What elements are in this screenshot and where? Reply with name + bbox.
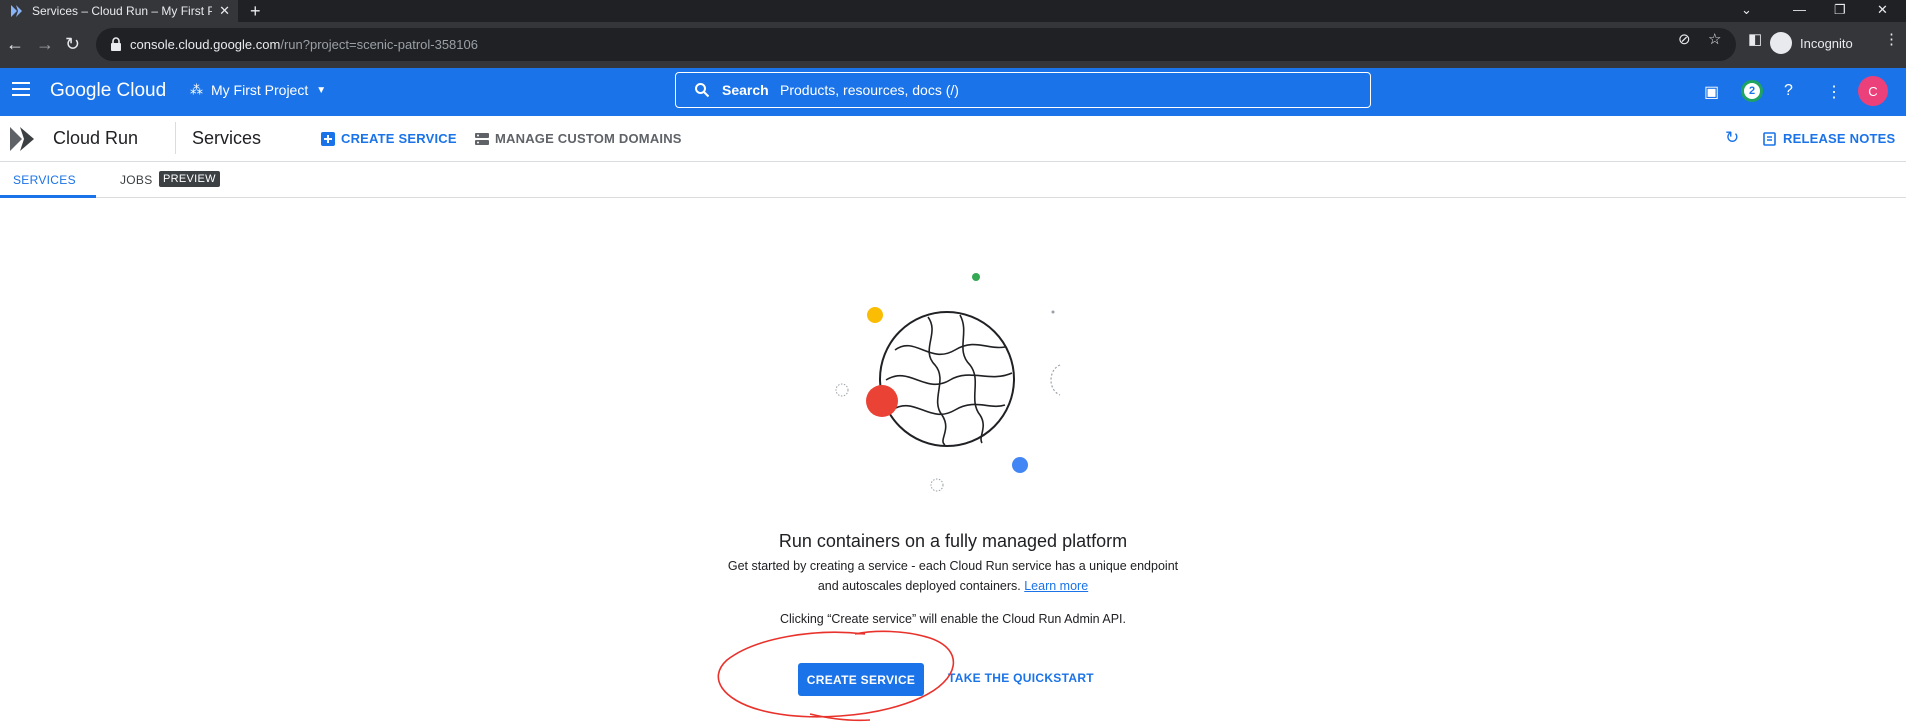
- api-enable-note: Clicking “Create service” will enable th…: [780, 612, 1126, 626]
- cloud-run-favicon-icon: [11, 5, 22, 17]
- release-notes-action[interactable]: RELEASE NOTES: [1763, 131, 1895, 146]
- avatar[interactable]: C: [1858, 76, 1888, 106]
- tab-services[interactable]: SERVICES: [13, 173, 76, 187]
- browser-toolbar: ← → ↻ console.cloud.google.com/run?proje…: [0, 22, 1906, 68]
- restore-icon[interactable]: ❐: [1834, 2, 1846, 18]
- active-tab-indicator: [0, 195, 96, 198]
- close-window-icon[interactable]: ✕: [1877, 2, 1888, 18]
- help-icon[interactable]: ?: [1784, 82, 1793, 100]
- globe-illustration: [835, 273, 1061, 492]
- release-notes-label: RELEASE NOTES: [1783, 131, 1896, 146]
- lock-icon: [111, 37, 121, 51]
- reload-icon[interactable]: ↻: [65, 34, 80, 55]
- project-name: My First Project: [211, 82, 309, 98]
- gcp-top-bar: Google Cloud ⁂ My First Project ▼ Search…: [0, 68, 1906, 116]
- refresh-icon[interactable]: ↻: [1725, 128, 1739, 148]
- incognito-icon: [1770, 32, 1792, 54]
- close-tab-icon[interactable]: ✕: [219, 3, 230, 19]
- browser-menu-icon[interactable]: ⋮: [1884, 30, 1899, 48]
- browser-tab-title: Services – Cloud Run – My First P: [32, 4, 212, 18]
- tab-search-icon[interactable]: ⌄: [1741, 2, 1752, 18]
- add-box-icon: [321, 131, 335, 146]
- cloud-shell-icon[interactable]: ▣: [1704, 82, 1719, 102]
- preview-badge: PREVIEW: [159, 171, 220, 187]
- incognito-indicator[interactable]: Incognito: [1770, 32, 1853, 54]
- eye-off-icon[interactable]: ⊘: [1678, 30, 1691, 48]
- project-selector[interactable]: ⁂ My First Project ▼: [190, 82, 326, 98]
- notifications-badge[interactable]: 2: [1741, 80, 1763, 102]
- product-bar: Cloud Run Services CREATE SERVICE MANAGE…: [0, 116, 1906, 162]
- search-placeholder: Products, resources, docs (/): [780, 82, 959, 98]
- forward-icon[interactable]: →: [36, 34, 54, 55]
- google-cloud-logo[interactable]: Google Cloud: [50, 80, 166, 102]
- divider: [175, 122, 176, 154]
- create-service-label: CREATE SERVICE: [341, 131, 457, 146]
- browser-tab[interactable]: Services – Cloud Run – My First P ✕: [0, 0, 238, 22]
- empty-state-title: Run containers on a fully managed platfo…: [778, 531, 1128, 551]
- address-bar[interactable]: console.cloud.google.com/run?project=sce…: [96, 28, 1736, 61]
- create-service-action[interactable]: CREATE SERVICE: [321, 131, 457, 146]
- manage-custom-domains-action[interactable]: MANAGE CUSTOM DOMAINS: [475, 131, 682, 146]
- product-name: Cloud Run: [53, 128, 139, 148]
- tab-jobs[interactable]: JOBS: [120, 173, 153, 187]
- main-menu-icon[interactable]: [12, 82, 30, 100]
- search-label: Search: [722, 82, 769, 98]
- new-tab-button[interactable]: +: [250, 1, 261, 22]
- page-title: Services: [192, 128, 262, 148]
- empty-state-description: Get started by creating a service - each…: [703, 556, 1203, 596]
- url-path: /run?project=scenic-patrol-358106: [280, 37, 478, 52]
- chevron-down-icon: ▼: [316, 84, 327, 96]
- manage-domains-label: MANAGE CUSTOM DOMAINS: [495, 131, 682, 146]
- take-quickstart-link[interactable]: TAKE THE QUICKSTART: [948, 671, 1094, 685]
- cloud-run-logo-icon: [10, 127, 34, 151]
- dns-icon: [475, 132, 489, 145]
- learn-more-link[interactable]: Learn more: [1024, 579, 1088, 593]
- create-service-button[interactable]: CREATE SERVICE: [798, 663, 924, 696]
- description-line-1: Get started by creating a service - each…: [727, 559, 1179, 573]
- page-tabs: SERVICES JOBS PREVIEW: [0, 162, 1906, 198]
- more-vert-icon[interactable]: ⋮: [1826, 82, 1842, 102]
- side-panel-icon[interactable]: ◧: [1748, 30, 1762, 48]
- release-notes-icon: [1763, 131, 1776, 146]
- url-text: console.cloud.google.com/run?project=sce…: [130, 37, 478, 52]
- description-line-2: and autoscales deployed containers.: [817, 579, 1021, 593]
- search-input[interactable]: Search Products, resources, docs (/): [675, 72, 1371, 108]
- search-icon: [695, 83, 710, 98]
- project-hierarchy-icon: ⁂: [190, 82, 203, 97]
- back-icon[interactable]: ←: [6, 34, 24, 55]
- bookmark-star-icon[interactable]: ☆: [1708, 30, 1721, 48]
- minimize-icon[interactable]: —: [1793, 2, 1806, 17]
- browser-tab-strip: Services – Cloud Run – My First P ✕ + ⌄ …: [0, 0, 1906, 22]
- incognito-label: Incognito: [1800, 35, 1853, 51]
- url-host: console.cloud.google.com: [130, 37, 281, 52]
